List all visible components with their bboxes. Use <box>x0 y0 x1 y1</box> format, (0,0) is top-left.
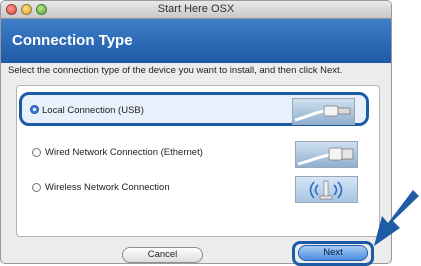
wireless-antenna-icon <box>295 176 358 203</box>
page-title: Connection Type <box>12 32 133 49</box>
header-banner: Connection Type <box>1 19 391 63</box>
option-label: Local Connection (USB) <box>42 105 144 116</box>
usb-cable-icon <box>292 98 355 125</box>
close-window-button[interactable] <box>6 4 17 15</box>
window-title: Start Here OSX <box>157 3 235 15</box>
ethernet-cable-icon <box>295 141 358 168</box>
zoom-window-button[interactable] <box>36 4 47 15</box>
option-label: Wireless Network Connection <box>45 182 170 193</box>
instruction-text: Select the connection type of the device… <box>8 65 343 76</box>
radio-wired-ethernet[interactable] <box>32 148 41 157</box>
radio-selected-dot <box>33 108 36 111</box>
option-wireless[interactable]: Wireless Network Connection <box>26 172 369 206</box>
option-label: Wired Network Connection (Ethernet) <box>45 147 203 158</box>
radio-local-usb[interactable] <box>30 105 39 114</box>
title-bar: Start Here OSX <box>1 1 391 19</box>
pointer-arrow-icon <box>374 190 419 246</box>
minimize-window-button[interactable] <box>21 4 32 15</box>
option-wired-ethernet[interactable]: Wired Network Connection (Ethernet) <box>26 137 369 171</box>
next-button[interactable]: Next <box>298 245 368 261</box>
cancel-button[interactable]: Cancel <box>122 247 203 263</box>
option-local-usb[interactable]: Local Connection (USB) <box>19 92 369 126</box>
radio-wireless[interactable] <box>32 183 41 192</box>
